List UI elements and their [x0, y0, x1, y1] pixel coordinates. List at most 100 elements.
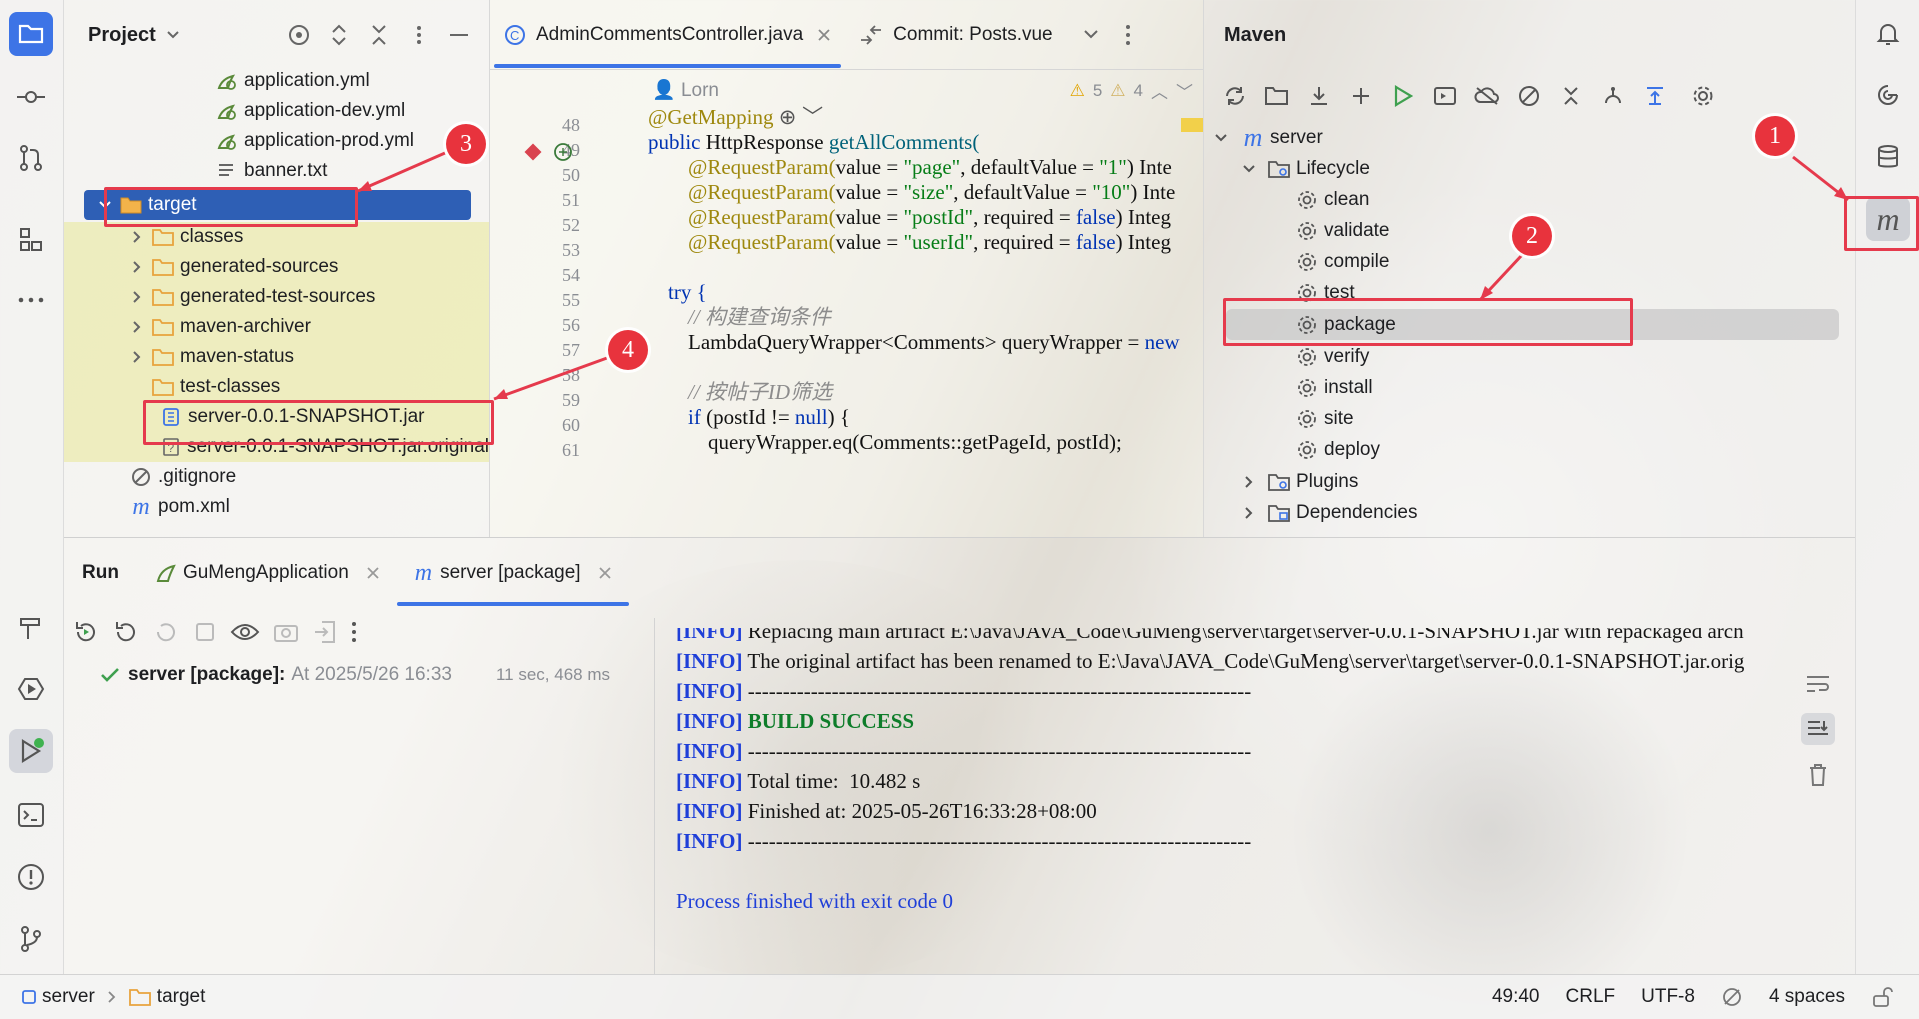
project-tool-button[interactable]	[9, 12, 53, 56]
commit-tool-button[interactable]	[9, 75, 53, 119]
tree-item-application-dev-yml[interactable]: application-dev.yml	[64, 96, 489, 126]
locate-icon[interactable]	[287, 23, 311, 47]
run-maven-button[interactable]	[1382, 78, 1424, 114]
rerun-failed-icon[interactable]	[112, 618, 140, 646]
chevron-right-icon[interactable]	[130, 230, 144, 244]
terminal-tool-button[interactable]	[9, 793, 53, 837]
tree-item-application-prod-yml[interactable]: application-prod.yml	[64, 126, 489, 156]
git-tool-button[interactable]	[9, 917, 53, 961]
tree-item-target-child[interactable]: test-classes	[64, 372, 489, 402]
line-separator[interactable]: CRLF	[1566, 986, 1616, 1008]
export-icon[interactable]	[312, 619, 338, 645]
soft-wrap-icon[interactable]	[1805, 673, 1831, 695]
maven-plugins[interactable]: Plugins	[1204, 466, 1855, 497]
chevron-down-icon[interactable]	[1083, 29, 1099, 41]
breadcrumb-item[interactable]: server	[42, 986, 95, 1008]
structure-tool-button[interactable]	[9, 218, 53, 262]
maven-settings-button[interactable]	[1682, 78, 1724, 114]
tree-item-target[interactable]: target	[84, 190, 471, 220]
hide-panel-icon[interactable]	[447, 23, 471, 47]
chevron-up-icon[interactable]: ︿	[1151, 78, 1168, 103]
tab-gumeng-application[interactable]: GuMengApplication	[137, 538, 397, 608]
rerun-icon[interactable]	[72, 618, 100, 646]
maven-goal-clean[interactable]: clean	[1204, 184, 1855, 215]
chevron-down-icon[interactable]	[1242, 164, 1256, 174]
file-encoding[interactable]: UTF-8	[1641, 986, 1695, 1008]
tab-server-package[interactable]: m server [package]	[396, 538, 629, 608]
tree-item-target-child[interactable]: generated-sources	[64, 252, 489, 282]
chevron-right-icon[interactable]	[1244, 475, 1254, 489]
maven-dependencies[interactable]: Dependencies	[1204, 497, 1855, 528]
add-button[interactable]	[1340, 78, 1382, 114]
maven-goal-package[interactable]: package	[1226, 309, 1839, 340]
ai-assistant-button[interactable]	[1866, 73, 1910, 117]
chevron-right-icon[interactable]	[1244, 506, 1254, 520]
offline-mode-button[interactable]	[1466, 78, 1508, 114]
chevron-down-icon[interactable]	[166, 30, 180, 40]
tree-item-jar-original[interactable]: ? server-0.0.1-SNAPSHOT.jar.original	[64, 432, 489, 462]
collapse-button[interactable]	[1550, 78, 1592, 114]
maven-goal-deploy[interactable]: deploy	[1204, 434, 1855, 465]
maven-goal-verify[interactable]: verify	[1204, 341, 1855, 372]
tree-item-pom-xml[interactable]: m pom.xml	[64, 492, 489, 522]
reload-button[interactable]	[1214, 78, 1256, 114]
tree-item-target-child[interactable]: classes	[64, 222, 489, 252]
tree-item-banner-txt[interactable]: banner.txt	[64, 156, 489, 186]
close-icon[interactable]	[598, 567, 611, 579]
tree-item-target-child[interactable]: maven-archiver	[64, 312, 489, 342]
options-vertical-icon[interactable]	[1125, 24, 1131, 46]
show-diagram-button[interactable]	[1634, 78, 1676, 114]
generate-sources-button[interactable]	[1256, 78, 1298, 114]
project-panel-title[interactable]: Project	[88, 24, 156, 47]
tab-admin-comments-controller[interactable]: C AdminCommentsController.java	[490, 0, 845, 70]
maven-lifecycle[interactable]: Lifecycle	[1204, 153, 1855, 184]
chevron-right-icon[interactable]	[130, 320, 144, 334]
chevron-right-icon[interactable]	[130, 350, 144, 364]
analyze-dependencies-button[interactable]	[1592, 78, 1634, 114]
tree-item-application-yml[interactable]: application.yml	[64, 66, 489, 96]
tree-item-target-child[interactable]: generated-test-sources	[64, 282, 489, 312]
code-area[interactable]: 👤 Lorn ⚠ 5 ⚠ 4 ︿ ﹀ @GetMapping ⊕ ﹀ public H…	[648, 70, 1203, 537]
maven-goal-test[interactable]: test	[1204, 277, 1855, 308]
globe-icon[interactable]: ⊕ ﹀	[779, 106, 823, 129]
unlock-icon[interactable]	[1871, 986, 1893, 1008]
restart-icon[interactable]	[152, 618, 180, 646]
pull-requests-tool-button[interactable]	[9, 136, 53, 180]
maven-tool-button[interactable]: m	[1866, 197, 1910, 241]
scroll-to-end-button[interactable]	[1801, 713, 1835, 745]
indent-setting[interactable]: 4 spaces	[1769, 986, 1845, 1008]
execute-goal-button[interactable]	[1424, 78, 1466, 114]
camera-icon[interactable]	[272, 619, 300, 645]
chevron-right-icon[interactable]	[130, 260, 144, 274]
breadcrumb-item[interactable]: target	[157, 986, 206, 1008]
trash-icon[interactable]	[1807, 763, 1829, 787]
run-tool-button[interactable]	[9, 729, 53, 773]
maven-goal-site[interactable]: site	[1204, 403, 1855, 434]
database-button[interactable]	[1866, 135, 1910, 179]
build-tool-button[interactable]	[9, 606, 53, 650]
inspection-widget[interactable]: ⚠ 5 ⚠ 4 ︿ ﹀	[1070, 78, 1193, 103]
problems-tool-button[interactable]	[9, 855, 53, 899]
download-button[interactable]	[1298, 78, 1340, 114]
maven-goal-install[interactable]: install	[1204, 372, 1855, 403]
more-tools-button[interactable]	[9, 278, 53, 322]
endpoint-icon[interactable]	[552, 141, 574, 163]
close-icon[interactable]	[367, 567, 379, 579]
tree-item-gitignore[interactable]: .gitignore	[64, 462, 489, 492]
collapse-all-icon[interactable]	[367, 23, 391, 47]
tab-commit-posts-vue[interactable]: Commit: Posts.vue	[845, 0, 1066, 70]
options-vertical-icon[interactable]	[407, 23, 431, 47]
console-output[interactable]: [INFO] Replacing main artifact E:\Java\J…	[676, 628, 1775, 974]
chevron-down-icon[interactable]	[1214, 133, 1228, 143]
options-vertical-icon[interactable]	[350, 620, 358, 644]
caret-position[interactable]: 49:40	[1492, 986, 1540, 1008]
skip-tests-button[interactable]	[1508, 78, 1550, 114]
chevron-right-icon[interactable]	[130, 290, 144, 304]
expand-all-icon[interactable]	[327, 23, 351, 47]
stop-icon[interactable]	[192, 619, 218, 645]
chevron-down-icon[interactable]: ﹀	[1176, 78, 1193, 103]
tree-item-target-child[interactable]: maven-status	[64, 342, 489, 372]
run-tree-entry[interactable]: server [package]: At 2025/5/26 16:33 11 …	[100, 664, 610, 686]
services-tool-button[interactable]	[9, 667, 53, 711]
tree-item-jar[interactable]: server-0.0.1-SNAPSHOT.jar	[64, 402, 489, 432]
